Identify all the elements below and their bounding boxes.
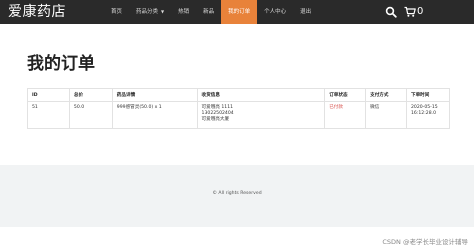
table-header-row: ID 总价 药品详情 收货信息 订单状态 支付方式 下单时间: [27, 88, 451, 102]
nav-item-home[interactable]: 首页: [104, 0, 129, 24]
column-header-payment: 支付方式: [365, 88, 407, 102]
nav-item-logout[interactable]: 退出: [293, 0, 318, 24]
column-header-status: 订单状态: [324, 88, 367, 102]
brand-logo[interactable]: 爱康药店: [0, 0, 104, 24]
table-row: 51 50.0 999感冒灵(50.0) x 1 可爱哦亮 1111 13022…: [27, 101, 451, 129]
watermark-text: CSDN @老学长毕业设计辅导: [382, 238, 468, 246]
copyright-text: © All rights Reserved: [212, 191, 262, 196]
chevron-down-icon: ▼: [161, 9, 165, 14]
cell-status: 已付款: [324, 101, 367, 129]
nav-item-categories-label: 药品分类: [136, 9, 159, 15]
top-navbar: 爱康药店 首页 药品分类 ▼ 热销 新品 我的订单 个人中心 退出 0: [0, 0, 474, 24]
cell-total: 50.0: [68, 101, 113, 129]
column-header-receiver: 收货信息: [196, 88, 326, 102]
nav-menu: 首页 药品分类 ▼ 热销 新品 我的订单 个人中心 退出: [104, 0, 318, 24]
cart-count-badge: 0: [417, 6, 424, 17]
column-header-time: 下单时间: [405, 88, 451, 102]
nav-item-my-orders[interactable]: 我的订单: [221, 0, 258, 24]
cell-detail: 999感冒灵(50.0) x 1: [111, 101, 198, 129]
nav-item-new[interactable]: 新品: [196, 0, 221, 24]
page-footer: [0, 165, 474, 227]
nav-item-hot[interactable]: 热销: [171, 0, 196, 24]
cart-icon: [404, 6, 416, 17]
cell-receiver: 可爱哦亮 1111 13022502404 可爱哦亮大厦: [196, 101, 326, 129]
page-title: 我的订单: [27, 54, 95, 74]
column-header-id: ID: [27, 88, 70, 102]
time-clock: 16:12:28.0: [410, 111, 436, 116]
nav-item-profile[interactable]: 个人中心: [257, 0, 293, 24]
receiver-address: 可爱哦亮大厦: [201, 117, 230, 122]
nav-item-categories[interactable]: 药品分类 ▼: [129, 0, 171, 24]
cell-id: 51: [27, 101, 70, 129]
cell-time: 2020-05-15 16:12:28.0: [405, 101, 451, 129]
column-header-total: 总价: [68, 88, 113, 102]
orders-table: ID 总价 药品详情 收货信息 订单状态 支付方式 下单时间 51 50.0 9…: [27, 88, 451, 129]
cart-button[interactable]: 0: [404, 4, 423, 20]
search-icon[interactable]: [385, 6, 397, 18]
cell-payment: 微信: [365, 101, 407, 129]
column-header-detail: 药品详情: [111, 88, 198, 102]
